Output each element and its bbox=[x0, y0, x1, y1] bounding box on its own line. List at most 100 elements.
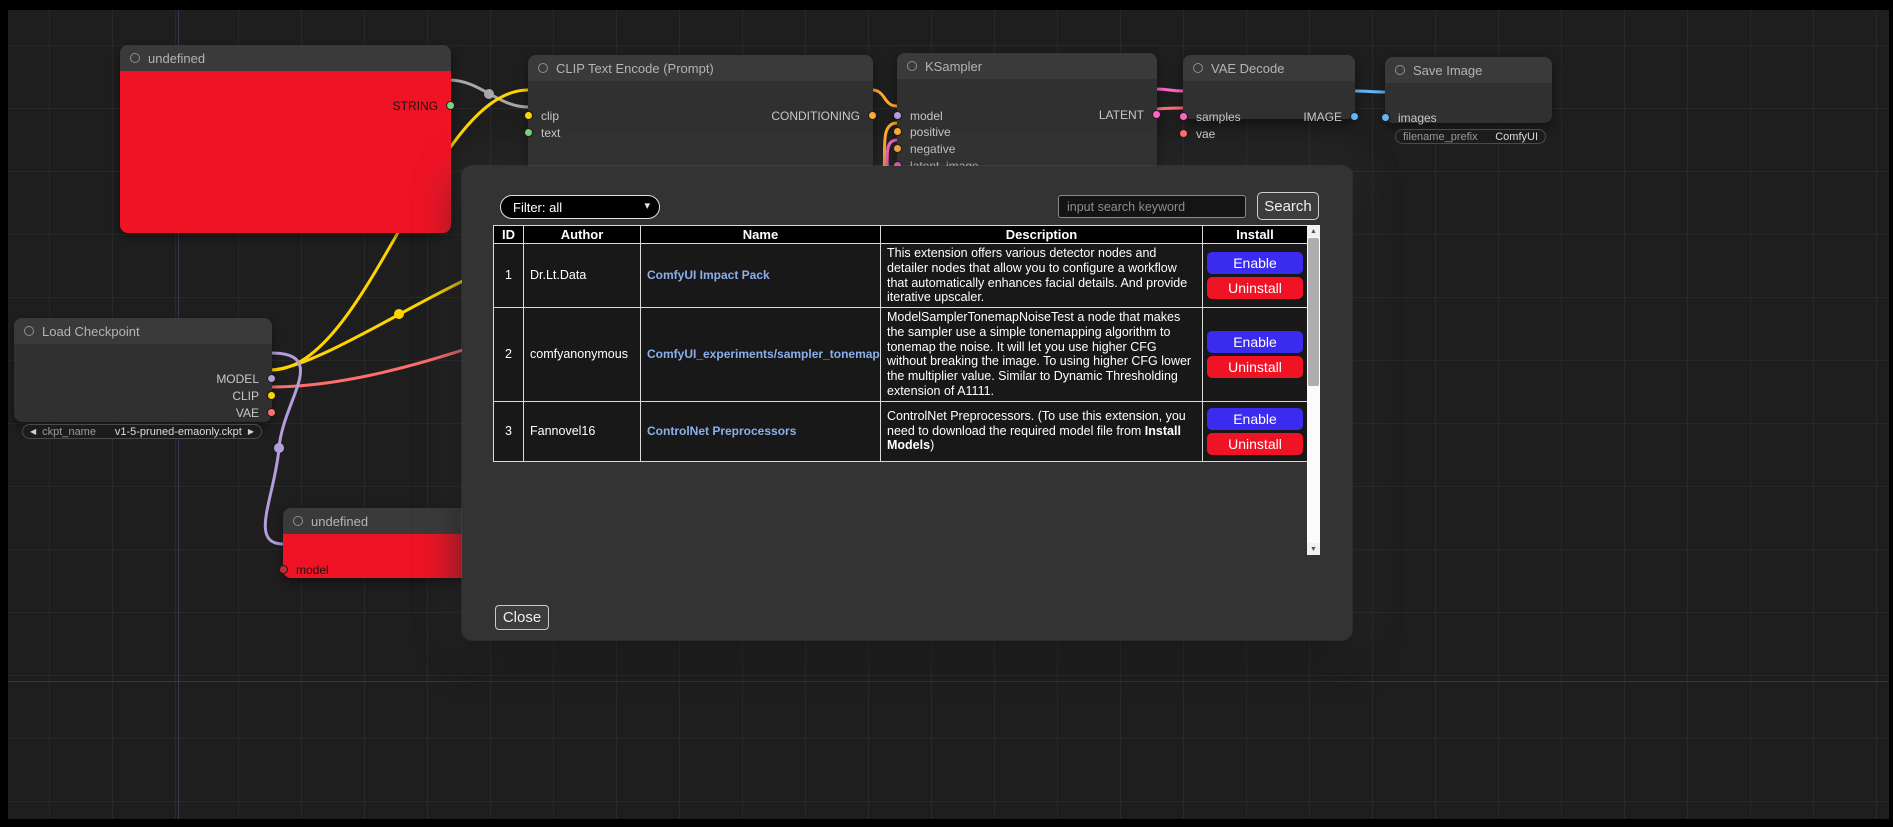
node-header[interactable]: CLIP Text Encode (Prompt) bbox=[528, 55, 873, 81]
enable-button[interactable]: Enable bbox=[1207, 408, 1303, 430]
output-port-conditioning[interactable] bbox=[868, 111, 877, 120]
table-row: 1 Dr.Lt.Data ComfyUI Impact Pack This ex… bbox=[494, 244, 1308, 308]
extension-link[interactable]: ComfyUI_experiments/sampler_tonemap bbox=[647, 347, 880, 361]
decrement-icon[interactable]: ◀ bbox=[30, 428, 36, 436]
cell-author: Dr.Lt.Data bbox=[524, 244, 641, 308]
output-port-vae[interactable] bbox=[267, 408, 276, 417]
comfyui-window: undefined STRING CLIP Text Encode (Promp… bbox=[0, 0, 1893, 827]
increment-icon[interactable]: ▶ bbox=[248, 428, 254, 436]
collapse-dot-icon[interactable] bbox=[24, 326, 34, 336]
cell-author: Fannovel16 bbox=[524, 401, 641, 461]
output-port-clip[interactable] bbox=[267, 391, 276, 400]
scroll-up-icon[interactable]: ▲ bbox=[1307, 225, 1320, 237]
search-input[interactable] bbox=[1058, 195, 1246, 218]
filter-select-wrap: Filter: all ▾ bbox=[500, 195, 660, 219]
window-frame-edge bbox=[0, 0, 1893, 10]
input-port-vae[interactable] bbox=[1179, 129, 1188, 138]
wire-image-to-images bbox=[1354, 91, 1385, 92]
enable-button[interactable]: Enable bbox=[1207, 252, 1303, 274]
custom-nodes-manager-dialog: Filter: all ▾ Search ID Author Name Desc… bbox=[462, 166, 1352, 640]
node-title: undefined bbox=[148, 51, 205, 66]
wire-latent-to-samples bbox=[1156, 89, 1183, 91]
close-button[interactable]: Close bbox=[495, 605, 549, 630]
link-midpoint-dot[interactable] bbox=[484, 89, 494, 99]
node-vae-decode[interactable]: VAE Decode samples vae IMAGE bbox=[1183, 55, 1355, 119]
node-header[interactable]: undefined bbox=[283, 508, 473, 534]
node-undefined-bottom[interactable]: undefined model bbox=[283, 508, 473, 578]
output-port-latent[interactable] bbox=[1152, 110, 1161, 119]
link-midpoint-dot[interactable] bbox=[274, 443, 284, 453]
node-title: Load Checkpoint bbox=[42, 324, 140, 339]
node-header[interactable]: undefined bbox=[120, 45, 451, 71]
node-body: MODEL CLIP VAE ◀ ckpt_name v1-5-pruned-e… bbox=[14, 344, 272, 422]
cell-name: ControlNet Preprocessors bbox=[641, 401, 881, 461]
collapse-dot-icon[interactable] bbox=[293, 516, 303, 526]
output-port-model[interactable] bbox=[267, 374, 276, 383]
extension-link[interactable]: ControlNet Preprocessors bbox=[647, 424, 796, 438]
input-port-model[interactable] bbox=[279, 565, 288, 574]
description-text: ControlNet Preprocessors. (To use this e… bbox=[887, 409, 1186, 438]
input-label: model bbox=[296, 563, 329, 577]
enable-button[interactable]: Enable bbox=[1207, 331, 1303, 353]
cell-id: 3 bbox=[494, 401, 524, 461]
input-slot-text: text bbox=[528, 125, 873, 141]
input-port-images[interactable] bbox=[1381, 113, 1390, 122]
node-header[interactable]: Load Checkpoint bbox=[14, 318, 272, 344]
output-label: STRING bbox=[393, 99, 438, 113]
uninstall-button[interactable]: Uninstall bbox=[1207, 277, 1303, 299]
table-row: 3 Fannovel16 ControlNet Preprocessors Co… bbox=[494, 401, 1308, 461]
node-title: Save Image bbox=[1413, 63, 1482, 78]
node-body: images filename_prefix ComfyUI bbox=[1385, 83, 1552, 123]
extension-link[interactable]: ComfyUI Impact Pack bbox=[647, 268, 770, 282]
col-header-name: Name bbox=[641, 226, 881, 244]
input-port-negative[interactable] bbox=[893, 144, 902, 153]
collapse-dot-icon[interactable] bbox=[907, 61, 917, 71]
input-port-positive[interactable] bbox=[893, 127, 902, 136]
cell-id: 2 bbox=[494, 308, 524, 402]
description-text: ) bbox=[930, 438, 934, 452]
input-label: positive bbox=[910, 125, 951, 139]
input-label: vae bbox=[1196, 127, 1215, 141]
node-undefined-top[interactable]: undefined STRING bbox=[120, 45, 451, 233]
node-save-image[interactable]: Save Image images filename_prefix ComfyU… bbox=[1385, 57, 1552, 123]
output-label: MODEL bbox=[216, 372, 259, 386]
table-row: 2 comfyanonymous ComfyUI_experiments/sam… bbox=[494, 308, 1308, 402]
extensions-table: ID Author Name Description Install 1 Dr.… bbox=[493, 225, 1308, 462]
scroll-down-icon[interactable]: ▼ bbox=[1307, 543, 1320, 555]
output-label: CONDITIONING bbox=[771, 109, 860, 123]
node-header[interactable]: VAE Decode bbox=[1183, 55, 1355, 81]
scrollbar-thumb[interactable] bbox=[1308, 238, 1319, 386]
uninstall-button[interactable]: Uninstall bbox=[1207, 433, 1303, 455]
input-slot-positive: positive bbox=[897, 124, 1157, 140]
collapse-dot-icon[interactable] bbox=[1395, 65, 1405, 75]
table-header-row: ID Author Name Description Install bbox=[494, 226, 1308, 244]
filter-select[interactable]: Filter: all bbox=[500, 195, 660, 219]
input-slot-negative: negative bbox=[897, 141, 1157, 157]
col-header-description: Description bbox=[881, 226, 1203, 244]
uninstall-button[interactable]: Uninstall bbox=[1207, 356, 1303, 378]
filename-prefix-widget[interactable]: filename_prefix ComfyUI bbox=[1395, 129, 1546, 144]
input-slot-vae: vae bbox=[1183, 126, 1355, 142]
input-port-text[interactable] bbox=[524, 128, 533, 137]
node-body: samples vae IMAGE bbox=[1183, 81, 1355, 119]
input-label: images bbox=[1398, 111, 1437, 125]
link-midpoint-dot[interactable] bbox=[394, 309, 404, 319]
output-port-image[interactable] bbox=[1350, 112, 1359, 121]
node-title: KSampler bbox=[925, 59, 982, 74]
collapse-dot-icon[interactable] bbox=[130, 53, 140, 63]
output-label: LATENT bbox=[1099, 108, 1144, 122]
collapse-dot-icon[interactable] bbox=[1193, 63, 1203, 73]
output-slot-string: STRING bbox=[120, 98, 451, 114]
node-load-checkpoint[interactable]: Load Checkpoint MODEL CLIP VAE ◀ ckpt_na bbox=[14, 318, 272, 422]
list-scrollbar[interactable]: ▲ ▼ bbox=[1307, 225, 1320, 555]
cell-name: ComfyUI Impact Pack bbox=[641, 244, 881, 308]
collapse-dot-icon[interactable] bbox=[538, 63, 548, 73]
ckpt-name-widget[interactable]: ◀ ckpt_name v1-5-pruned-emaonly.ckpt ▶ bbox=[22, 424, 262, 439]
node-header[interactable]: Save Image bbox=[1385, 57, 1552, 83]
widget-value: ComfyUI bbox=[1495, 131, 1538, 143]
output-port-string[interactable] bbox=[446, 101, 455, 110]
node-title: CLIP Text Encode (Prompt) bbox=[556, 61, 714, 76]
cell-name: ComfyUI_experiments/sampler_tonemap bbox=[641, 308, 881, 402]
node-header[interactable]: KSampler bbox=[897, 53, 1157, 79]
search-button[interactable]: Search bbox=[1257, 192, 1319, 220]
